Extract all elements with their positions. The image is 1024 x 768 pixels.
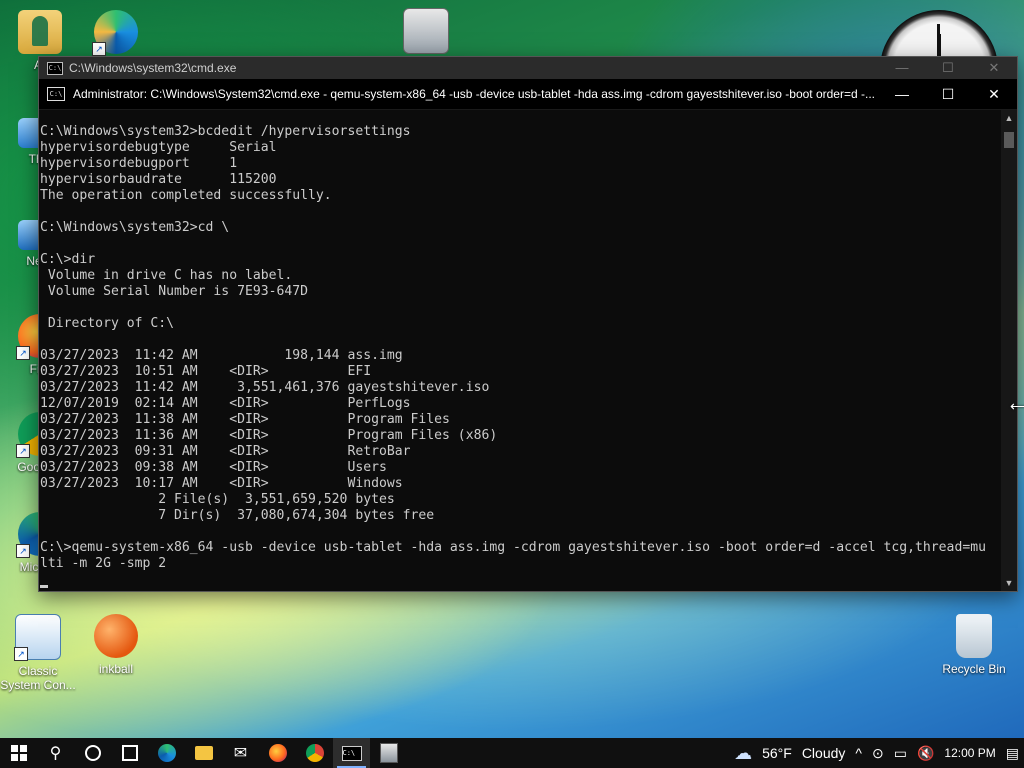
outer-window-title: C:\Windows\system32\cmd.exe (69, 61, 237, 75)
shortcut-arrow-icon: ↗ (16, 544, 30, 558)
meet-now-icon[interactable]: ⊙ (872, 745, 884, 762)
edge-icon: ↗ (92, 10, 138, 56)
desktop-icon-label: Classic System Con... (0, 664, 76, 692)
console-line: 12/07/2019 02:14 AM <DIR> PerfLogs (40, 396, 411, 411)
console-line: hypervisordebugtype Serial (40, 140, 277, 155)
console-line: Volume Serial Number is 7E93-647D (47, 284, 309, 299)
volume-muted-icon[interactable]: 🔇 (917, 745, 934, 762)
console-line: 2 File(s) 3,551,659,520 bytes (158, 492, 395, 507)
cortana-button[interactable] (74, 738, 111, 768)
desktop-icon-inkball[interactable]: inkball (78, 614, 154, 676)
firefox-icon (268, 744, 287, 762)
resize-cursor-icon: ⟷ (1010, 398, 1024, 414)
maximize-button[interactable]: ☐ (925, 86, 971, 103)
taskbar-cmd[interactable]: C:\ (333, 738, 370, 768)
taskbar: ⚲ ✉ C:\ ☁ 56°F Cloudy ^ ⊙ ▭ 🔇 12:00 PM ▤ (0, 738, 1024, 768)
desktop-icon-program[interactable] (388, 8, 464, 58)
cortana-icon (84, 745, 101, 761)
scroll-down-arrow-icon[interactable]: ▼ (1001, 575, 1017, 591)
desktop-icon-edge-shortcut[interactable]: ↗ (78, 10, 154, 58)
console-line: C:\>dir (40, 252, 96, 267)
console-line: 03/27/2023 09:38 AM <DIR> Users (40, 460, 387, 475)
start-button[interactable] (0, 738, 37, 768)
cmd-app-icon: C:\ (47, 87, 65, 101)
console-line: hypervisorbaudrate 115200 (40, 172, 277, 187)
console-line: lti -m 2G -smp 2 (40, 556, 167, 571)
desktop-icon-recycle-bin[interactable]: Recycle Bin (936, 614, 1012, 676)
cmd-app-icon: C:\ (47, 61, 63, 75)
weather-desc[interactable]: Cloudy (802, 745, 846, 761)
console-line: 03/27/2023 09:31 AM <DIR> RetroBar (40, 444, 411, 459)
taskbar-mail[interactable]: ✉ (222, 738, 259, 768)
cmd-window-outer[interactable]: C:\ C:\Windows\system32\cmd.exe — ☐ ✕ C:… (38, 56, 1018, 592)
recycle-bin-icon (956, 614, 992, 658)
text-cursor (40, 585, 48, 588)
console-line: 03/27/2023 11:36 AM <DIR> Program Files … (40, 428, 498, 443)
minimize-button[interactable]: — (879, 86, 925, 103)
console-line: hypervisordebugport 1 (40, 156, 238, 171)
taskbar-firefox[interactable] (259, 738, 296, 768)
windows-logo-icon (10, 745, 27, 761)
folder-icon (18, 10, 62, 54)
console-line: C:\Windows\system32>bcdedit /hypervisors… (40, 124, 411, 139)
shortcut-arrow-icon: ↗ (16, 444, 30, 458)
console-line: Directory of C:\ (47, 316, 175, 331)
edge-icon (157, 744, 176, 762)
console-line: 03/27/2023 10:17 AM <DIR> Windows (40, 476, 403, 491)
taskbar-qemu[interactable] (370, 738, 407, 768)
weather-cloud-icon[interactable]: ☁ (734, 743, 752, 764)
shortcut-arrow-icon: ↗ (92, 42, 106, 56)
cmd-window-administrator[interactable]: C:\ Administrator: C:\Windows\System32\c… (39, 79, 1017, 591)
desktop-icon-label: Recycle Bin (942, 662, 1006, 676)
task-view-button[interactable] (111, 738, 148, 768)
cmd-icon: C:\ (341, 745, 362, 761)
notification-icon[interactable]: ▤ (1006, 745, 1019, 762)
console-line: 03/27/2023 11:42 AM 198,144 ass.img (40, 348, 403, 363)
console-line: Volume in drive C has no label. (47, 268, 293, 283)
search-button[interactable]: ⚲ (37, 738, 74, 768)
control-panel-icon: ↗ (14, 614, 61, 661)
vertical-scrollbar[interactable]: ▲ ▼ (1001, 110, 1017, 591)
taskbar-file-explorer[interactable] (185, 738, 222, 768)
system-tray: ☁ 56°F Cloudy ^ ⊙ ▭ 🔇 12:00 PM ▤ (729, 738, 1024, 768)
close-button[interactable]: ✕ (971, 86, 1017, 103)
folder-icon (194, 746, 213, 760)
console-line: The operation completed successfully. (40, 188, 332, 203)
task-view-icon (121, 745, 138, 761)
close-button[interactable]: ✕ (971, 60, 1017, 76)
desktop-icon-classic-system-control[interactable]: ↗ Classic System Con... (0, 614, 76, 692)
outer-title-bar[interactable]: C:\ C:\Windows\system32\cmd.exe — ☐ ✕ (39, 57, 1017, 79)
shortcut-arrow-icon: ↗ (16, 346, 30, 360)
console-line: 03/27/2023 11:38 AM <DIR> Program Files (40, 412, 450, 427)
taskbar-edge[interactable] (148, 738, 185, 768)
application-icon (403, 8, 449, 54)
console-text: C:\Windows\system32>bcdedit /hypervisors… (39, 110, 1001, 588)
shortcut-arrow-icon: ↗ (14, 647, 28, 661)
inkball-icon (94, 614, 138, 658)
scroll-up-arrow-icon[interactable]: ▲ (1001, 110, 1017, 126)
network-icon[interactable]: ▭ (894, 745, 907, 762)
tray-chevron-icon[interactable]: ^ (855, 745, 862, 761)
search-icon: ⚲ (49, 745, 62, 762)
console-line: 03/27/2023 10:51 AM <DIR> EFI (40, 364, 372, 379)
maximize-button[interactable]: ☐ (925, 60, 971, 76)
console-line: 7 Dir(s) 37,080,674,304 bytes free (158, 508, 435, 523)
weather-temp[interactable]: 56°F (762, 745, 792, 761)
desktop-icon-label: inkball (98, 662, 134, 676)
minimize-button[interactable]: — (879, 60, 925, 76)
taskbar-chrome[interactable] (296, 738, 333, 768)
console-line: C:\>qemu-system-x86_64 -usb -device usb-… (40, 540, 986, 555)
inner-window-title: Administrator: C:\Windows\System32\cmd.e… (73, 87, 875, 101)
qemu-icon (379, 743, 398, 763)
console-output[interactable]: C:\Windows\system32>bcdedit /hypervisors… (39, 110, 1001, 591)
inner-title-bar[interactable]: C:\ Administrator: C:\Windows\System32\c… (39, 79, 1017, 110)
mail-icon: ✉ (233, 745, 248, 762)
scroll-thumb[interactable] (1004, 132, 1014, 148)
clock-time[interactable]: 12:00 PM (944, 746, 995, 760)
console-line: C:\Windows\system32>cd \ (40, 220, 230, 235)
chrome-icon (305, 744, 324, 762)
console-line: 03/27/2023 11:42 AM 3,551,461,376 gayest… (40, 380, 490, 395)
